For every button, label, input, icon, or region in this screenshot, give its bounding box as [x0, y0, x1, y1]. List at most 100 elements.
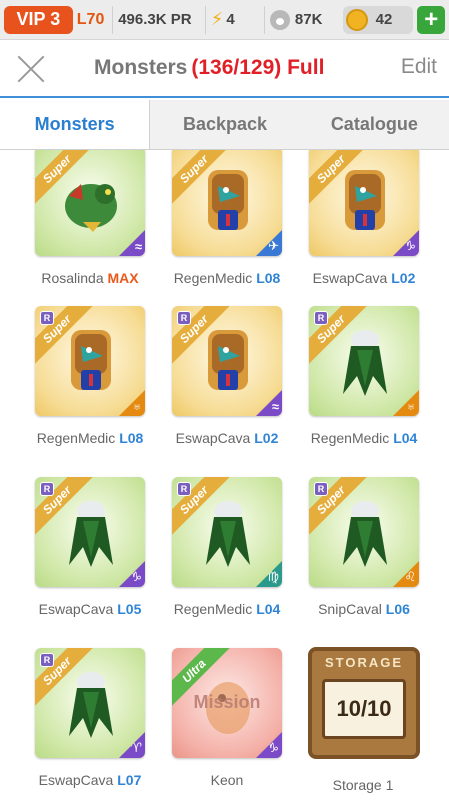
element-icon: ♑ — [256, 732, 282, 758]
monster-level: L05 — [117, 601, 142, 617]
monster-name-label: EswapCava L05 — [25, 601, 155, 617]
paw-icon — [269, 9, 290, 30]
monster-slot[interactable]: Super R ♈ EswapCava L07 — [35, 648, 172, 800]
r-badge-icon: R — [177, 311, 191, 325]
monster-name: Keon — [210, 772, 244, 788]
tab-bar: Monsters Backpack Catalogue — [0, 100, 449, 150]
paw-counter[interactable]: 87K — [263, 5, 339, 34]
monster-level: L04 — [256, 601, 281, 617]
top-status-bar: VIP 3 L70 496.3K PR ⚡ 4 87K 42 + — [0, 0, 449, 40]
lightning-icon: ⚡ — [210, 9, 224, 29]
monster-card[interactable]: Super R ♑ — [35, 477, 145, 587]
element-icon: ♍ — [256, 561, 282, 587]
monster-name: EswapCava — [312, 270, 388, 286]
storage-capacity: 10/10 — [322, 679, 406, 739]
monster-name-label: Keon — [162, 772, 292, 788]
monster-name: RegenMedic — [310, 430, 390, 446]
add-currency-button[interactable]: + — [417, 5, 445, 34]
title-label: Monsters — [94, 56, 188, 79]
vip-badge[interactable]: VIP 3 — [4, 5, 73, 34]
monster-level: L02 — [391, 270, 416, 286]
monster-name-label: RegenMedic L08 — [162, 270, 292, 286]
storage-slot[interactable]: STORAGE 10/10 Storage 1 — [308, 647, 445, 800]
r-badge-icon: R — [40, 653, 54, 667]
monster-card[interactable]: Super R ♈ — [35, 648, 145, 758]
monsters-header: Monsters (136/129) Full Edit — [0, 40, 449, 98]
element-icon: ≈ — [119, 230, 145, 256]
monster-slot[interactable]: Super ≈ Rosalinda MAX — [35, 150, 172, 316]
monster-card[interactable]: Super R ♅ — [309, 306, 419, 416]
monster-name-label: EswapCava L02 — [162, 430, 292, 446]
r-badge-icon: R — [40, 311, 54, 325]
monster-name: Rosalinda — [41, 270, 104, 286]
tab-catalogue[interactable]: Catalogue — [300, 100, 449, 149]
monster-name-label: RegenMedic L04 — [162, 601, 292, 617]
storage-name: Storage 1 — [332, 777, 394, 793]
monster-name-label: RegenMedic L08 — [25, 430, 155, 446]
monster-name-label: SnipCaval L06 — [299, 601, 429, 617]
element-icon: ♑ — [393, 230, 419, 256]
monster-art — [343, 501, 387, 567]
monster-card[interactable]: Super ♑ — [309, 150, 419, 256]
monster-grid: Super ≈ Rosalinda MAX Super ✈ RegenMedic L08 S… — [0, 150, 449, 800]
monster-slot[interactable]: Super ♑ EswapCava L02 — [309, 150, 446, 316]
energy-counter[interactable]: ⚡ 4 — [204, 5, 260, 34]
monster-slot[interactable]: Super R ♅ RegenMedic L08 — [35, 306, 172, 476]
monster-name-label: Rosalinda MAX — [25, 270, 155, 286]
monster-count: (136/129) Full — [191, 56, 325, 79]
monster-art — [345, 170, 385, 230]
monster-art — [343, 330, 387, 396]
monster-art — [65, 184, 117, 232]
monster-slot[interactable]: Ultra Mission ♑ Keon — [172, 648, 309, 800]
r-badge-icon: R — [314, 482, 328, 496]
close-icon[interactable] — [16, 54, 46, 84]
element-icon: ♑ — [119, 561, 145, 587]
monster-slot[interactable]: Super R ♍ RegenMedic L04 — [172, 477, 309, 647]
element-icon: ✈ — [256, 230, 282, 256]
monster-slot[interactable]: Super R ♅ RegenMedic L04 — [309, 306, 446, 476]
monster-level: L08 — [256, 270, 281, 286]
coin-icon — [345, 8, 368, 31]
monster-level: L08 — [119, 430, 144, 446]
paw-value: 87K — [294, 11, 323, 28]
monster-name: EswapCava — [38, 601, 114, 617]
tab-backpack[interactable]: Backpack — [150, 100, 299, 149]
element-icon: ♈ — [119, 732, 145, 758]
monster-level: MAX — [107, 270, 139, 286]
element-icon: ♅ — [119, 390, 145, 416]
monster-name: EswapCava — [38, 772, 114, 788]
monster-card[interactable]: Super R ♌ — [309, 477, 419, 587]
element-icon: ♅ — [393, 390, 419, 416]
r-badge-icon: R — [40, 482, 54, 496]
monster-slot[interactable]: Super R ♑ EswapCava L05 — [35, 477, 172, 647]
monster-card[interactable]: Super R ♍ — [172, 477, 282, 587]
monster-level: L04 — [393, 430, 418, 446]
power-rating: 496.3K PR — [112, 5, 201, 34]
mission-overlay: Mission — [193, 692, 261, 712]
page-title: Monsters (136/129) Full — [94, 56, 324, 80]
monster-name: RegenMedic — [173, 601, 253, 617]
edit-button[interactable]: Edit — [401, 55, 437, 79]
monster-slot[interactable]: Super R ♌ SnipCaval L06 — [309, 477, 446, 647]
monster-name: EswapCava — [175, 430, 251, 446]
monster-art — [69, 672, 113, 738]
monster-card[interactable]: Super R ♅ — [35, 306, 145, 416]
monster-card[interactable]: Ultra Mission ♑ — [172, 648, 282, 758]
r-badge-icon: R — [314, 311, 328, 325]
coin-counter[interactable]: 42 — [342, 5, 414, 34]
monster-card[interactable]: Super ✈ — [172, 150, 282, 256]
element-icon: ≈ — [256, 390, 282, 416]
monster-name-label: RegenMedic L04 — [299, 430, 429, 446]
energy-value: 4 — [226, 11, 235, 28]
monster-level: L07 — [117, 772, 142, 788]
monster-name: SnipCaval — [318, 601, 382, 617]
monster-name-label: EswapCava L02 — [299, 270, 429, 286]
tab-monsters[interactable]: Monsters — [0, 100, 151, 149]
monster-slot[interactable]: Super ✈ RegenMedic L08 — [172, 150, 309, 316]
monster-slot[interactable]: Super R ≈ EswapCava L02 — [172, 306, 309, 476]
storage-card[interactable]: STORAGE 10/10 — [308, 647, 420, 759]
monster-card[interactable]: Super R ≈ — [172, 306, 282, 416]
monster-name: RegenMedic — [36, 430, 116, 446]
monster-card[interactable]: Super ≈ — [35, 150, 145, 256]
monster-name-label: EswapCava L07 — [25, 772, 155, 788]
